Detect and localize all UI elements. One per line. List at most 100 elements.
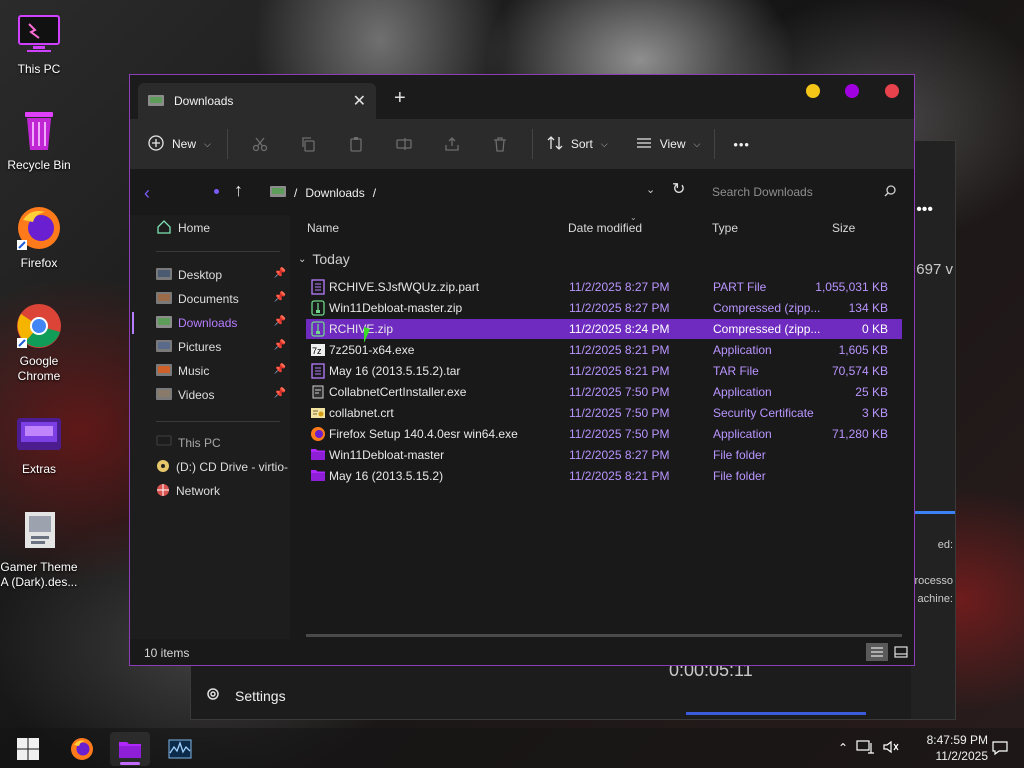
- nav-item-music[interactable]: Music 📌: [156, 360, 286, 382]
- chevron-up-icon[interactable]: ⌃: [838, 741, 848, 755]
- file-row[interactable]: collabnet.crt 11/2/2025 7:50 PM Security C…: [306, 403, 902, 423]
- chevron-down-icon: ⌄: [298, 253, 307, 265]
- title-bar[interactable]: Downloads ✕ +: [130, 75, 914, 119]
- nav-item-videos[interactable]: Videos 📌: [156, 384, 286, 406]
- plus-circle-icon: [148, 134, 164, 154]
- more-options-button[interactable]: •••: [733, 137, 750, 152]
- nav-item-desktop[interactable]: Desktop 📌: [156, 264, 286, 286]
- cut-button[interactable]: [236, 136, 284, 152]
- column-header-name[interactable]: Name: [307, 221, 339, 235]
- share-button[interactable]: [428, 136, 476, 152]
- explorer-body: Home Desktop 📌 Documents 📌 Downloads 📌 P…: [130, 213, 914, 641]
- desktop-icon-recycle-bin[interactable]: Recycle Bin: [0, 106, 79, 173]
- chevron-down-icon: ⌵: [204, 138, 211, 149]
- up-arrow-icon[interactable]: ↑: [234, 180, 243, 201]
- desktop-icon-extras[interactable]: Extras: [0, 410, 79, 477]
- file-row[interactable]: CollabnetCertInstaller.exe 11/2/2025 7:50…: [306, 382, 902, 402]
- tiles-view-button[interactable]: [890, 643, 912, 661]
- nav-item-pictures[interactable]: Pictures 📌: [156, 336, 286, 358]
- more-options-icon[interactable]: •••: [916, 201, 933, 219]
- desktop-icon-this-pc[interactable]: This PC: [0, 10, 79, 77]
- nav-item-network[interactable]: Network: [156, 480, 286, 502]
- chevron-down-icon[interactable]: ⌄: [646, 183, 655, 196]
- delete-button[interactable]: [476, 136, 524, 152]
- tab-title: Downloads: [174, 94, 234, 108]
- taskbar-task-manager[interactable]: [160, 732, 200, 766]
- copy-button[interactable]: [284, 136, 332, 152]
- desktop-icon-label: Recycle Bin: [7, 158, 71, 172]
- forward-indicator[interactable]: [214, 189, 219, 194]
- file-date: 11/2/2025 7:50 PM: [569, 427, 670, 441]
- nav-item-cd-drive[interactable]: (D:) CD Drive - virtio-: [156, 456, 290, 478]
- pin-icon[interactable]: 📌: [274, 388, 286, 399]
- desktop-icon-chrome[interactable]: Google Chrome: [0, 302, 79, 384]
- new-tab-icon[interactable]: +: [394, 87, 406, 110]
- maximize-button[interactable]: [845, 84, 859, 98]
- file-date: 11/2/2025 8:21 PM: [569, 343, 670, 357]
- file-row[interactable]: Win11Debloat-master 11/2/2025 8:27 PM File…: [306, 445, 902, 465]
- network-icon[interactable]: [856, 739, 875, 758]
- pin-icon[interactable]: 📌: [274, 340, 286, 351]
- file-row[interactable]: RCHIVE.zip 11/2/2025 8:24 PM Compressed (z…: [306, 319, 902, 339]
- column-header-date[interactable]: Date modified: [568, 221, 642, 235]
- file-type: TAR File: [713, 364, 759, 378]
- rename-button[interactable]: [380, 136, 428, 152]
- system-clock[interactable]: 8:47:59 PM 11/2/2025: [900, 732, 988, 764]
- file-row[interactable]: Firefox Setup 140.4.0esr win64.exe 11/2/2…: [306, 424, 902, 444]
- column-header-size[interactable]: Size: [832, 221, 855, 235]
- nav-item-this-pc[interactable]: This PC: [156, 432, 286, 454]
- file-name: Firefox Setup 140.4.0esr win64.exe: [329, 427, 518, 441]
- nav-item-documents[interactable]: Documents 📌: [156, 288, 286, 310]
- refresh-icon[interactable]: ↻: [672, 179, 685, 199]
- nav-item-label: Videos: [178, 388, 215, 402]
- breadcrumb[interactable]: / Downloads /: [270, 184, 376, 201]
- speaker-muted-icon[interactable]: [882, 739, 900, 758]
- view-button[interactable]: View ⌵: [636, 135, 700, 154]
- nav-item-downloads[interactable]: Downloads 📌: [156, 312, 286, 334]
- item-count: 10 items: [144, 646, 190, 660]
- search-input[interactable]: Search Downloads: [712, 185, 813, 199]
- start-button[interactable]: [8, 732, 48, 766]
- desktop-icon-firefox[interactable]: Firefox: [0, 204, 79, 271]
- desktop-icon-gamer-theme[interactable]: Gamer Theme A (Dark).des...: [0, 508, 79, 590]
- back-arrow-icon[interactable]: ‹: [144, 183, 150, 204]
- breadcrumb-separator: /: [294, 185, 298, 200]
- file-row[interactable]: 7z 7z2501-x64.exe 11/2/2025 8:21 PM Applica…: [306, 340, 902, 360]
- share-icon: [445, 137, 459, 151]
- file-date: 11/2/2025 8:21 PM: [569, 469, 670, 483]
- pin-icon[interactable]: 📌: [274, 268, 286, 279]
- downloads-folder-icon: [148, 93, 164, 110]
- paste-button[interactable]: [332, 136, 380, 152]
- close-window-button[interactable]: [885, 84, 899, 98]
- file-row[interactable]: RCHIVE.SJsfWQUz.zip.part 11/2/2025 8:27 P…: [306, 277, 902, 297]
- file-row[interactable]: May 16 (2013.5.15.2).tar 11/2/2025 8:21 P…: [306, 361, 902, 381]
- breadcrumb-downloads[interactable]: Downloads: [305, 186, 364, 200]
- file-row[interactable]: Win11Debloat-master.zip 11/2/2025 8:27 PM…: [306, 298, 902, 318]
- horizontal-scrollbar[interactable]: [306, 634, 902, 637]
- details-view-button[interactable]: [866, 643, 888, 661]
- column-header-type[interactable]: Type: [712, 221, 738, 235]
- monitor-icon: [15, 10, 63, 58]
- taskbar-file-explorer[interactable]: [110, 732, 150, 766]
- close-tab-icon[interactable]: ✕: [353, 91, 366, 111]
- folder-icon: [15, 410, 63, 458]
- taskbar-firefox[interactable]: [62, 732, 102, 766]
- file-explorer-window[interactable]: Downloads ✕ + New ⌵ Sort ⌵ View ⌵ ••• ‹ …: [129, 74, 915, 666]
- file-size: 3 KB: [861, 406, 888, 420]
- sort-button[interactable]: Sort ⌵: [547, 135, 608, 154]
- file-name: Win11Debloat-master.zip: [329, 301, 463, 315]
- notification-button[interactable]: [992, 728, 1008, 768]
- pin-icon[interactable]: 📌: [274, 292, 286, 303]
- pin-icon[interactable]: 📌: [274, 316, 286, 327]
- new-button[interactable]: New ⌵: [148, 134, 211, 154]
- settings-nav-item[interactable]: Settings: [205, 686, 286, 705]
- breadcrumb-separator: /: [372, 185, 377, 200]
- tab-downloads[interactable]: Downloads ✕: [138, 83, 376, 119]
- minimize-button[interactable]: [806, 84, 820, 98]
- group-header-today[interactable]: ⌄ Today: [298, 251, 350, 267]
- search-box[interactable]: Search Downloads: [700, 175, 906, 209]
- pin-icon[interactable]: 📌: [274, 364, 286, 375]
- clock-date: 11/2/2025: [935, 749, 989, 763]
- file-row[interactable]: May 16 (2013.5.15.2) 11/2/2025 8:21 PM Fil…: [306, 466, 902, 486]
- nav-item-home[interactable]: Home: [156, 217, 286, 239]
